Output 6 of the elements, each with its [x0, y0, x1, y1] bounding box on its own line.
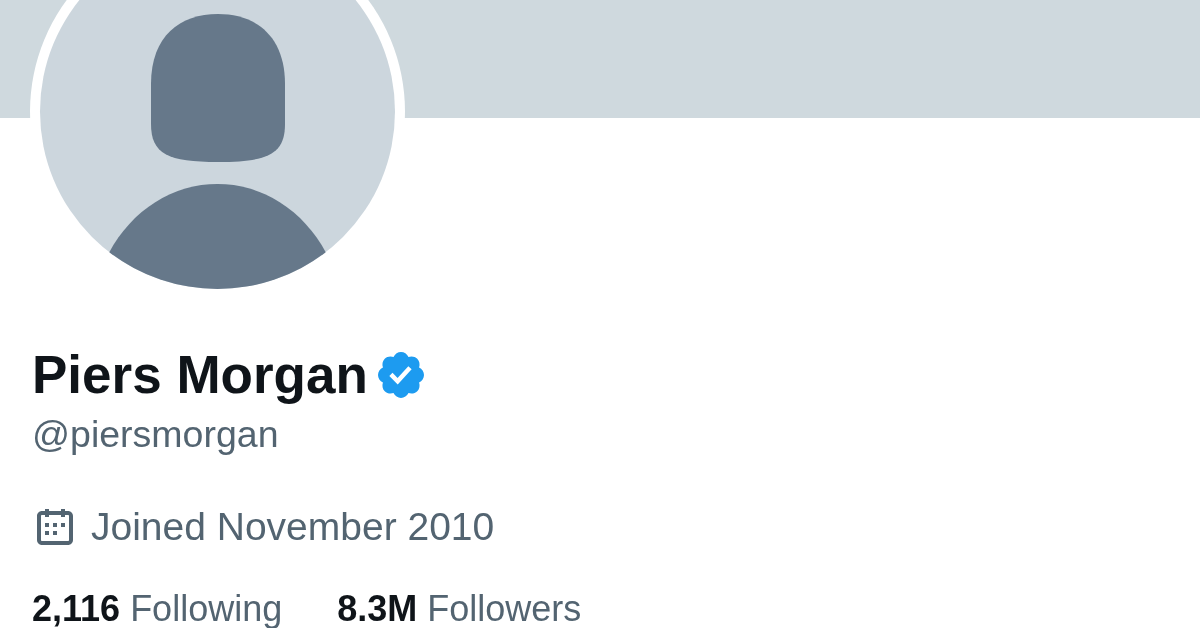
joined-date: Joined November 2010 [91, 504, 495, 550]
stat-link[interactable]: 2,116 Following [32, 591, 283, 627]
calendar-icon [37, 508, 73, 545]
stat-link[interactable]: 8.3M Followers [337, 591, 582, 627]
profile-name: Piers Morgan [32, 344, 368, 406]
profile-handle: @piersmorgan [32, 412, 279, 457]
